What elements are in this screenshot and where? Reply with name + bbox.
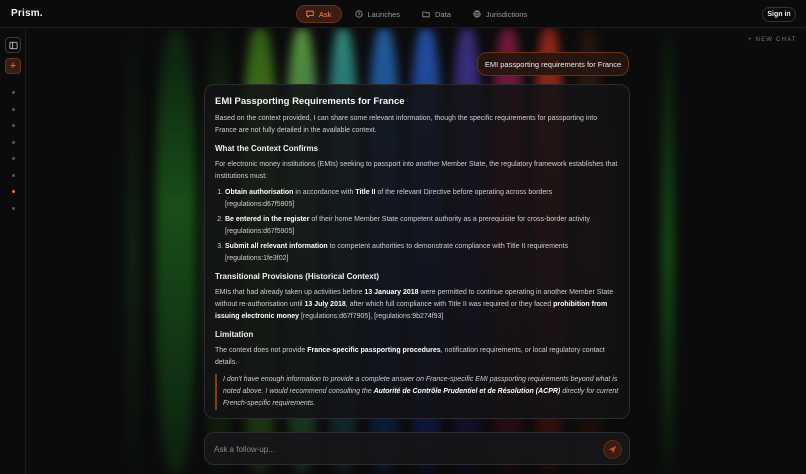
section-title-transitional: Transitional Provisions (Historical Cont… bbox=[215, 272, 380, 281]
user-message-bubble: EMI passporting requirements for France bbox=[477, 52, 629, 76]
sidebar-history-item[interactable] bbox=[12, 190, 15, 193]
new-chat-link[interactable]: + NEW CHAT bbox=[748, 37, 797, 43]
section-text-limitation: The context does not provide France-spec… bbox=[215, 347, 605, 366]
sidebar-history-item[interactable] bbox=[12, 107, 15, 111]
sign-in-button[interactable]: Sign in bbox=[762, 7, 796, 22]
sidebar-panel-icon bbox=[8, 41, 18, 49]
list-item: Obtain authorisation in accordance with … bbox=[225, 187, 619, 211]
nav-launches[interactable]: Launches bbox=[346, 5, 410, 23]
answer-card: EMI Passporting Requirements for France … bbox=[204, 84, 630, 419]
sidebar-history-item[interactable] bbox=[12, 157, 15, 160]
sidebar-history-item[interactable] bbox=[12, 91, 15, 94]
requirements-list: Obtain authorisation in accordance with … bbox=[225, 187, 619, 265]
send-icon bbox=[608, 445, 617, 454]
new-chat-sidebar-button[interactable]: + bbox=[5, 58, 21, 74]
sidebar-history-item[interactable] bbox=[12, 173, 15, 177]
section-text-context: For electronic money institutions (EMIs)… bbox=[215, 161, 618, 180]
nav-launches-label: Launches bbox=[367, 9, 401, 19]
followup-input[interactable] bbox=[214, 442, 584, 456]
nav-ask[interactable]: Ask bbox=[296, 5, 342, 23]
limitation-quote: I don't have enough information to provi… bbox=[215, 374, 619, 410]
logo[interactable]: Prism. bbox=[11, 8, 43, 19]
nav-data-label: Data bbox=[435, 9, 451, 19]
toggle-sidebar-button[interactable] bbox=[5, 37, 21, 53]
nav-ask-label: Ask bbox=[319, 9, 332, 19]
sidebar-history-item[interactable] bbox=[12, 124, 15, 127]
folder-icon bbox=[422, 11, 430, 18]
main-nav: Ask Launches Data Jurisdictions bbox=[296, 5, 536, 23]
chat-icon bbox=[306, 10, 314, 18]
sidebar-history-item[interactable] bbox=[12, 206, 15, 210]
sidebar-history-item[interactable] bbox=[12, 140, 15, 144]
section-title-limitation: Limitation bbox=[215, 330, 254, 339]
send-button[interactable] bbox=[603, 440, 622, 459]
user-message-text: EMI passporting requirements for France bbox=[484, 59, 622, 69]
clock-icon bbox=[354, 10, 363, 18]
nav-jurisdictions-label: Jurisdictions bbox=[485, 9, 528, 19]
answer-intro: Based on the context provided, I can sha… bbox=[215, 115, 598, 134]
nav-jurisdictions[interactable]: Jurisdictions bbox=[464, 5, 536, 23]
answer-title: EMI Passporting Requirements for France bbox=[215, 96, 405, 107]
top-bar: Prism. Ask Launches Data Jurisdictions S… bbox=[0, 0, 806, 28]
followup-box bbox=[204, 432, 630, 465]
section-text-transitional: EMIs that had already taken up activitie… bbox=[215, 289, 614, 320]
nav-data[interactable]: Data bbox=[413, 5, 460, 23]
list-item: Be entered in the register of their home… bbox=[225, 214, 619, 238]
list-item: Submit all relevant information to compe… bbox=[225, 241, 619, 265]
sidebar: + bbox=[0, 28, 26, 474]
globe-icon bbox=[473, 10, 481, 18]
section-title-context: What the Context Confirms bbox=[215, 144, 319, 153]
plus-icon: + bbox=[9, 60, 17, 72]
